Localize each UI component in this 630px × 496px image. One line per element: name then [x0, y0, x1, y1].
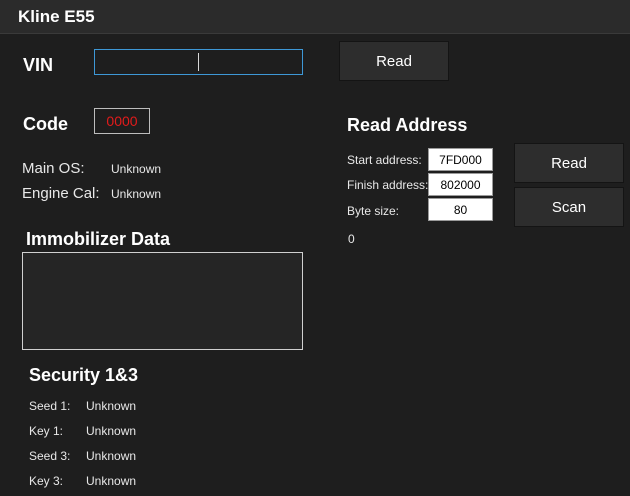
vin-label: VIN	[23, 55, 54, 75]
engine-cal-label: Engine Cal:	[22, 185, 100, 202]
engine-cal-value: Unknown	[111, 187, 162, 201]
byte-size-label: Byte size:	[347, 204, 400, 218]
byte-size-input[interactable]	[428, 198, 493, 221]
seed-1-label: Seed 1:	[29, 399, 71, 413]
start-address-input[interactable]	[428, 148, 493, 171]
code-label: Code	[23, 114, 68, 134]
window-title: Kline E55	[18, 7, 95, 26]
text-caret	[198, 53, 199, 71]
seed-1-value: Unknown	[86, 399, 137, 413]
key-3-label: Key 3:	[29, 474, 64, 488]
main-os-value: Unknown	[111, 162, 162, 176]
finish-address-label: Finish address:	[347, 178, 429, 192]
read-vin-button[interactable]: Read	[339, 41, 449, 81]
key-1-label: Key 1:	[29, 424, 64, 438]
immobilizer-title: Immobilizer Data	[26, 229, 171, 249]
read-address-button[interactable]: Read	[514, 143, 624, 183]
read-address-title: Read Address	[347, 115, 468, 135]
main-os-label: Main OS:	[22, 160, 85, 177]
immobilizer-data-box[interactable]	[22, 252, 303, 350]
code-field[interactable]: 0000	[94, 108, 150, 134]
scan-button[interactable]: Scan	[514, 187, 624, 227]
finish-address-input[interactable]	[428, 173, 493, 196]
seed-3-value: Unknown	[86, 449, 137, 463]
read-status-value: 0	[348, 232, 355, 246]
key-3-value: Unknown	[86, 474, 137, 488]
key-1-value: Unknown	[86, 424, 137, 438]
seed-3-label: Seed 3:	[29, 449, 71, 463]
security-title: Security 1&3	[29, 365, 139, 385]
start-address-label: Start address:	[347, 153, 422, 167]
